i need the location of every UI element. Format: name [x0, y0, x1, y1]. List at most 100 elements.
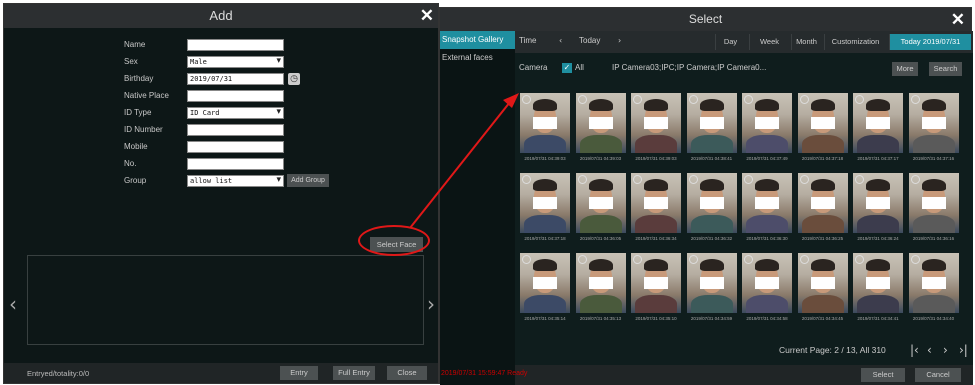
select-circle-icon[interactable]	[799, 255, 809, 264]
last-page-icon[interactable]: ›|	[959, 343, 968, 357]
face-thumbnail[interactable]: 2019/07/31 04:39:03	[520, 93, 570, 168]
face-thumbnail[interactable]: 2019/07/31 04:37:18	[797, 93, 848, 168]
face-thumbnail[interactable]: 2019/07/31 04:36:05	[575, 173, 626, 248]
chevron-right-icon[interactable]: ›	[618, 36, 621, 45]
face-thumbnail[interactable]: 2019/07/31 04:39:03	[575, 93, 626, 168]
face-thumbnail[interactable]: 2019/07/31 04:35:14	[520, 253, 570, 328]
privacy-mask	[588, 197, 613, 209]
next-page-icon[interactable]: ›	[943, 343, 948, 357]
select-circle-icon[interactable]	[855, 175, 864, 184]
tab-today-date[interactable]: Today 2019/07/31	[889, 34, 971, 50]
face-thumbnail[interactable]: 2019/07/31 04:37:16	[908, 93, 959, 168]
close-button[interactable]: Close	[387, 366, 427, 380]
face-thumbnail[interactable]: 2019/07/31 04:37:18	[520, 173, 570, 248]
photo-hair	[644, 259, 668, 271]
privacy-mask	[810, 117, 835, 129]
tab-day[interactable]: Day	[715, 34, 745, 50]
face-thumbnail[interactable]: 2019/07/31 04:37:49	[742, 93, 792, 168]
search-button[interactable]: Search	[929, 62, 962, 76]
id-type-select[interactable]: ID Card	[187, 107, 284, 119]
sidebar-item-external-faces[interactable]: External faces	[440, 49, 515, 67]
face-thumbnail[interactable]: 2019/07/31 04:36:24	[853, 173, 903, 248]
all-checkbox[interactable]: ✓	[562, 63, 572, 73]
close-icon[interactable]: ✕	[951, 8, 965, 32]
add-group-button[interactable]: Add Group	[287, 174, 329, 187]
camera-list-text[interactable]: IP Camera03;IPC;IP Camera;IP Camera0...	[612, 63, 766, 72]
face-thumbnail[interactable]: 2019/07/31 04:36:30	[742, 173, 792, 248]
select-circle-icon[interactable]	[744, 255, 753, 264]
select-circle-icon[interactable]	[744, 175, 753, 184]
select-circle-icon[interactable]	[577, 95, 587, 104]
full-entry-button[interactable]: Full Entry	[333, 366, 375, 380]
clock-icon[interactable]: ◷	[288, 73, 300, 85]
face-thumbnail[interactable]: 2019/07/31 04:36:25	[797, 173, 848, 248]
select-circle-icon[interactable]	[633, 175, 642, 184]
photo-shirt	[579, 135, 622, 153]
select-circle-icon[interactable]	[799, 175, 809, 184]
face-thumbnail[interactable]: 2019/07/31 04:35:13	[575, 253, 626, 328]
name-label: Name	[124, 40, 146, 49]
face-thumbnail[interactable]: 2019/07/31 04:34:45	[797, 253, 848, 328]
group-select[interactable]: allow list	[187, 175, 284, 187]
photo-hair	[755, 179, 779, 191]
thumbnail-timestamp: 2019/07/31 04:36:25	[801, 236, 844, 241]
chevron-left-icon[interactable]: ‹	[559, 36, 562, 45]
close-icon[interactable]: ✕	[420, 4, 434, 28]
mobile-field[interactable]	[187, 141, 284, 153]
select-button[interactable]: Select	[861, 368, 905, 382]
more-button[interactable]: More	[892, 62, 918, 76]
privacy-mask	[588, 117, 613, 129]
select-circle-icon[interactable]	[577, 175, 587, 184]
photo-hair	[866, 259, 890, 271]
sex-select[interactable]: Male	[187, 56, 284, 68]
chevron-left-icon[interactable]: ‹	[9, 292, 17, 316]
select-circle-icon[interactable]	[522, 95, 531, 104]
face-thumbnail[interactable]: 2019/07/31 04:37:17	[853, 93, 903, 168]
select-circle-icon[interactable]	[577, 255, 587, 264]
select-circle-icon[interactable]	[855, 255, 864, 264]
face-thumbnail[interactable]: 2019/07/31 04:36:32	[686, 173, 737, 248]
birthday-field[interactable]: 2019/07/31	[187, 73, 284, 85]
face-thumbnail[interactable]: 2019/07/31 04:35:10	[631, 253, 681, 328]
add-dialog: Add ✕ Name Sex Male Birthday 2019/07/31 …	[3, 3, 439, 384]
select-circle-icon[interactable]	[799, 95, 809, 104]
native-place-field[interactable]	[187, 90, 284, 102]
select-circle-icon[interactable]	[855, 95, 864, 104]
id-number-field[interactable]	[187, 124, 284, 136]
first-page-icon[interactable]: |‹	[910, 343, 919, 357]
prev-page-icon[interactable]: ‹	[927, 343, 932, 357]
face-photo	[575, 93, 626, 153]
face-thumbnail[interactable]: 2019/07/31 04:39:03	[631, 93, 681, 168]
entry-button[interactable]: Entry	[280, 366, 318, 380]
face-photo	[631, 173, 681, 233]
thumbnail-timestamp: 2019/07/31 04:36:30	[746, 236, 788, 241]
select-circle-icon[interactable]	[910, 95, 920, 104]
chevron-right-icon[interactable]: ›	[427, 292, 435, 316]
select-circle-icon[interactable]	[910, 175, 920, 184]
select-circle-icon[interactable]	[633, 95, 642, 104]
select-circle-icon[interactable]	[633, 255, 642, 264]
select-circle-icon[interactable]	[688, 175, 698, 184]
no-field[interactable]	[187, 158, 284, 170]
thumbnail-timestamp: 2019/07/31 04:37:16	[912, 156, 955, 161]
select-circle-icon[interactable]	[522, 175, 531, 184]
cancel-button[interactable]: Cancel	[915, 368, 961, 382]
name-field[interactable]	[187, 39, 284, 51]
face-thumbnail[interactable]: 2019/07/31 04:36:16	[908, 173, 959, 248]
select-circle-icon[interactable]	[744, 95, 753, 104]
face-thumbnail[interactable]: 2019/07/31 04:36:34	[631, 173, 681, 248]
face-thumbnail[interactable]: 2019/07/31 04:34:59	[686, 253, 737, 328]
face-photo	[853, 173, 903, 233]
tab-customization[interactable]: Customization	[824, 34, 886, 50]
face-thumbnail[interactable]: 2019/07/31 04:34:58	[742, 253, 792, 328]
face-thumbnail[interactable]: 2019/07/31 04:34:40	[908, 253, 959, 328]
face-thumbnail[interactable]: 2019/07/31 04:34:41	[853, 253, 903, 328]
select-circle-icon[interactable]	[910, 255, 920, 264]
tab-month[interactable]: Month	[791, 34, 821, 50]
face-thumbnail[interactable]: 2019/07/31 04:38:41	[686, 93, 737, 168]
select-circle-icon[interactable]	[688, 255, 698, 264]
select-circle-icon[interactable]	[522, 255, 531, 264]
tab-week[interactable]: Week	[749, 34, 789, 50]
select-circle-icon[interactable]	[688, 95, 698, 104]
sidebar-item-snapshot-gallery[interactable]: Snapshot Gallery	[440, 31, 515, 49]
